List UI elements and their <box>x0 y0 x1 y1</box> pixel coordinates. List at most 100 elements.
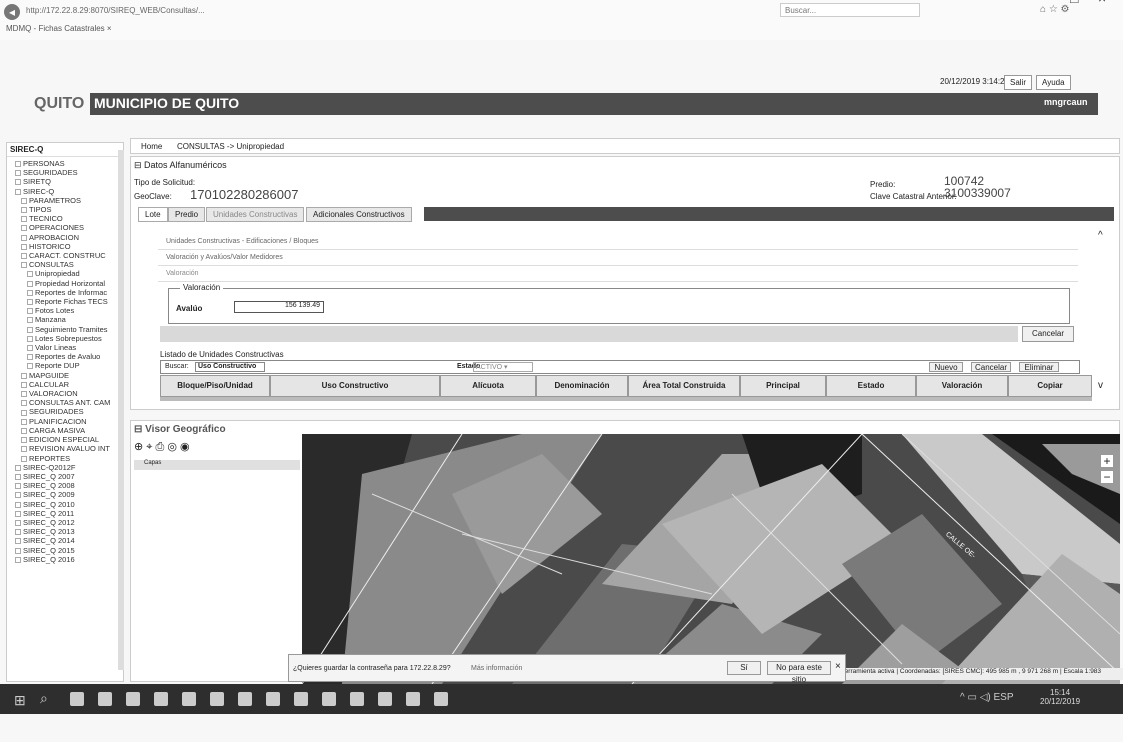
prompt-yes-button[interactable]: Sí <box>727 661 761 675</box>
scroll-up-icon[interactable]: ^ <box>1098 230 1103 241</box>
subsection-unidades[interactable]: Unidades Constructivas - Edificaciones /… <box>158 234 1078 250</box>
excel-icon[interactable] <box>350 692 364 706</box>
buscar-field[interactable]: Uso Constructivo <box>195 362 265 372</box>
ayuda-button[interactable]: Ayuda <box>1036 75 1071 90</box>
sidebar-item[interactable]: CONSULTAS <box>9 260 123 269</box>
mail-icon[interactable] <box>98 692 112 706</box>
visor-title[interactable]: ⊟ Visor Geográfico <box>134 424 226 435</box>
sidebar-item[interactable]: Valor Lineas <box>9 343 123 352</box>
search-input[interactable]: Buscar... <box>780 3 920 17</box>
grid-column-header[interactable]: Valoración <box>916 375 1008 397</box>
sidebar-item[interactable]: SIREC_Q 2008 <box>9 481 123 490</box>
grid-column-header[interactable]: Principal <box>740 375 826 397</box>
search-taskbar-icon[interactable]: ⌕ <box>40 690 48 707</box>
zoom-in-button[interactable]: + <box>1100 454 1114 468</box>
sidebar-item[interactable]: Fotos Lotes <box>9 306 123 315</box>
tab-lote[interactable]: Lote <box>138 207 168 222</box>
grid-column-header[interactable]: Uso Constructivo <box>270 375 440 397</box>
grid-column-header[interactable]: Copiar <box>1008 375 1092 397</box>
calculator-icon[interactable] <box>406 692 420 706</box>
sidebar-item[interactable]: Reportes de Avaluo <box>9 352 123 361</box>
word-icon[interactable] <box>294 692 308 706</box>
system-tray-icons[interactable]: ^ ▭ ◁) ESP <box>960 692 1014 703</box>
browser-tab[interactable]: MDMQ - Fichas Catastrales × <box>6 24 112 33</box>
breadcrumb-home[interactable]: Home <box>141 142 162 151</box>
sidebar-item[interactable]: TECNICO <box>9 214 123 223</box>
sidebar-item[interactable]: Reporte Fichas TECS <box>9 297 123 306</box>
estado-select[interactable]: ACTIVO ▾ <box>473 362 533 372</box>
sidebar-item[interactable]: PLANIFICACION <box>9 417 123 426</box>
sidebar-item[interactable]: CARGA MASIVA <box>9 426 123 435</box>
sidebar-item[interactable]: PERSONAS <box>9 159 123 168</box>
datos-title[interactable]: ⊟ Datos Alfanuméricos <box>134 160 227 171</box>
sidebar-item[interactable]: SIREC_Q 2011 <box>9 509 123 518</box>
sidebar-item[interactable]: Manzana <box>9 315 123 324</box>
file-explorer-icon[interactable] <box>70 692 84 706</box>
sidebar-item[interactable]: VALORACION <box>9 389 123 398</box>
sidebar-item[interactable]: SIREC_Q 2009 <box>9 490 123 499</box>
nuevo-button[interactable]: Nuevo <box>929 362 963 372</box>
sidebar-item[interactable]: SIREC_Q 2014 <box>9 536 123 545</box>
sidebar-scrollbar[interactable] <box>118 150 124 670</box>
prompt-no-button[interactable]: No para este sitio <box>767 661 831 684</box>
sidebar-item[interactable]: SIREC-Q <box>9 187 123 196</box>
tab-unidades[interactable]: Unidades Constructivas <box>206 207 305 222</box>
eliminar-button[interactable]: Eliminar <box>1019 362 1059 372</box>
sidebar-item[interactable]: CALCULAR <box>9 380 123 389</box>
chrome-icon[interactable] <box>182 692 196 706</box>
grid-column-header[interactable]: Bloque/Piso/Unidad <box>160 375 270 397</box>
sidebar-item[interactable]: SIREC_Q 2007 <box>9 472 123 481</box>
close-icon[interactable]: × <box>1098 0 1106 6</box>
sidebar-item[interactable]: REPORTES <box>9 454 123 463</box>
sidebar-item[interactable]: TIPOS <box>9 205 123 214</box>
avaluo-field[interactable]: 156 139.49 <box>234 301 324 313</box>
sidebar-item[interactable]: Unipropiedad <box>9 269 123 278</box>
maximize-icon[interactable]: □ <box>1070 0 1078 6</box>
app-icon[interactable] <box>238 692 252 706</box>
listado-cancelar-button[interactable]: Cancelar <box>971 362 1011 372</box>
pdf-icon[interactable] <box>434 692 448 706</box>
sidebar-item[interactable]: Seguimiento Tramites <box>9 325 123 334</box>
sidebar-item[interactable]: SEGURIDADES <box>9 168 123 177</box>
grid-row[interactable] <box>160 397 1092 401</box>
sidebar-item[interactable]: REVISION AVALUO INT <box>9 444 123 453</box>
edge-icon[interactable] <box>126 692 140 706</box>
sidebar-item[interactable]: SIREC_Q 2010 <box>9 500 123 509</box>
subsection-valoracion[interactable]: Valoración <box>158 266 1078 282</box>
subsection-valoracion-avaluos[interactable]: Valoración y Avalúos/Valor Medidores <box>158 250 1078 266</box>
sidebar-item[interactable]: PARAMETROS <box>9 196 123 205</box>
sidebar-item[interactable]: SIREC-Q2012F <box>9 463 123 472</box>
back-icon[interactable]: ◂ <box>4 4 20 20</box>
salir-button[interactable]: Salir <box>1004 75 1033 90</box>
tab-adicionales[interactable]: Adicionales Constructivos <box>306 207 412 222</box>
scroll-down-icon[interactable]: v <box>1098 380 1103 391</box>
sidebar-item[interactable]: CARACT. CONSTRUC <box>9 251 123 260</box>
aerial-map[interactable]: CALLE OE- <box>302 434 1120 684</box>
prompt-close-icon[interactable]: × <box>835 661 841 672</box>
sidebar-item[interactable]: OPERACIONES <box>9 223 123 232</box>
app-icon[interactable] <box>266 692 280 706</box>
sidebar-item[interactable]: Reportes de Informac <box>9 288 123 297</box>
minimize-icon[interactable]: − <box>1044 0 1052 6</box>
grid-column-header[interactable]: Estado <box>826 375 916 397</box>
excel-icon[interactable] <box>378 692 392 706</box>
map-tools[interactable]: ⊕ ⌖ ⎙ ◎ ◉ <box>134 440 190 454</box>
layers-tab[interactable]: Capas <box>134 460 300 470</box>
sidebar-item[interactable]: SIREC_Q 2016 <box>9 555 123 564</box>
app-icon[interactable] <box>322 692 336 706</box>
sidebar-item[interactable]: APROBACION <box>9 233 123 242</box>
sidebar-item[interactable]: SIREC_Q 2015 <box>9 546 123 555</box>
taskbar-clock[interactable]: 15:14 20/12/2019 <box>1040 688 1080 706</box>
grid-column-header[interactable]: Área Total Construida <box>628 375 740 397</box>
cancelar-button[interactable]: Cancelar <box>1022 326 1074 342</box>
sidebar-item[interactable]: EDICION ESPECIAL <box>9 435 123 444</box>
sidebar-item[interactable]: Reporte DUP <box>9 361 123 370</box>
store-icon[interactable] <box>154 692 168 706</box>
sidebar-item[interactable]: MAPGUIDE <box>9 371 123 380</box>
windows-start-icon[interactable]: ⊞ <box>14 692 26 709</box>
firefox-icon[interactable] <box>210 692 224 706</box>
sidebar-item[interactable]: Lotes Sobrepuestos <box>9 334 123 343</box>
grid-column-header[interactable]: Alícuota <box>440 375 536 397</box>
sidebar-item[interactable]: SIREC_Q 2012 <box>9 518 123 527</box>
tab-predio[interactable]: Predio <box>168 207 206 222</box>
